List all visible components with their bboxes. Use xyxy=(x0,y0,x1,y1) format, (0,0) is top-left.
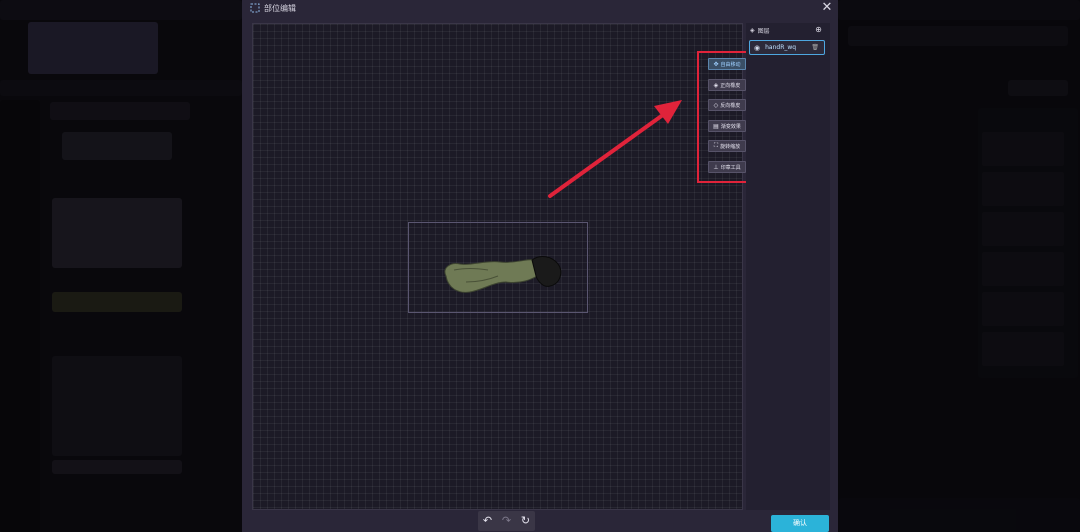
gradient-icon: ▤ xyxy=(713,122,719,130)
edit-canvas[interactable]: ✥ 自由移动 ◈ 正向橡皮 ◇ 反向橡皮 ▤ 渐变效果 ⛶ 旋转缩放 ⊥ 印章工具 ↶ ↷ … xyxy=(252,23,753,531)
add-layer-button[interactable]: ⊕ xyxy=(814,25,823,34)
reset-icon[interactable]: ↻ xyxy=(521,515,530,527)
layer-name: handR_wq xyxy=(765,44,797,51)
tool-forward-eraser[interactable]: ◈ 正向橡皮 xyxy=(708,79,746,91)
overlay-right xyxy=(838,0,1080,532)
confirm-button[interactable]: 确认 xyxy=(771,515,829,532)
tool-panel-highlight: ✥ 自由移动 ◈ 正向橡皮 ◇ 反向橡皮 ▤ 渐变效果 ⛶ 旋转缩放 ⊥ 印章工具 xyxy=(697,51,753,183)
layers-header: ◈ 图层 xyxy=(750,26,770,35)
part-edit-icon xyxy=(250,3,260,13)
redo-icon[interactable]: ↷ xyxy=(502,515,511,527)
undo-icon[interactable]: ↶ xyxy=(483,515,492,527)
layers-title: 图层 xyxy=(757,28,770,35)
tool-gradient[interactable]: ▤ 渐变效果 xyxy=(708,120,746,132)
eye-icon[interactable]: ◉ xyxy=(754,44,760,52)
layers-icon: ◈ xyxy=(750,27,755,34)
move-icon: ✥ xyxy=(713,60,719,68)
tool-rotate-scale[interactable]: ⛶ 旋转缩放 xyxy=(708,140,746,152)
dialog-title-bar: 部位编辑 ✕ xyxy=(242,0,838,16)
tool-stamp[interactable]: ⊥ 印章工具 xyxy=(708,161,746,173)
dialog-title: 部位编辑 xyxy=(264,4,296,13)
eraser-reverse-icon: ◇ xyxy=(713,101,719,109)
overlay-left xyxy=(0,0,242,532)
part-edit-dialog: 部位编辑 ✕ ✥ 自由移动 ◈ 正向橡皮 ◇ 反向橡皮 ▤ 渐变效果 ⛶ 旋转缩放 ⊥ 印章… xyxy=(242,0,838,532)
hand-part-image[interactable] xyxy=(436,246,566,302)
trash-icon[interactable]: 🗑 xyxy=(811,44,819,51)
layer-item[interactable]: ◉ handR_wq 🗑 xyxy=(749,40,825,55)
transform-icon: ⛶ xyxy=(713,142,719,149)
eraser-icon: ◈ xyxy=(713,81,719,89)
layers-panel: ◈ 图层 ⊕ ◉ handR_wq 🗑 xyxy=(746,23,830,510)
tool-free-move[interactable]: ✥ 自由移动 xyxy=(708,58,746,70)
stamp-icon: ⊥ xyxy=(713,163,719,171)
tool-reverse-eraser[interactable]: ◇ 反向橡皮 xyxy=(708,99,746,111)
close-button[interactable]: ✕ xyxy=(820,1,834,15)
history-toolbar: ↶ ↷ ↻ xyxy=(478,511,535,531)
